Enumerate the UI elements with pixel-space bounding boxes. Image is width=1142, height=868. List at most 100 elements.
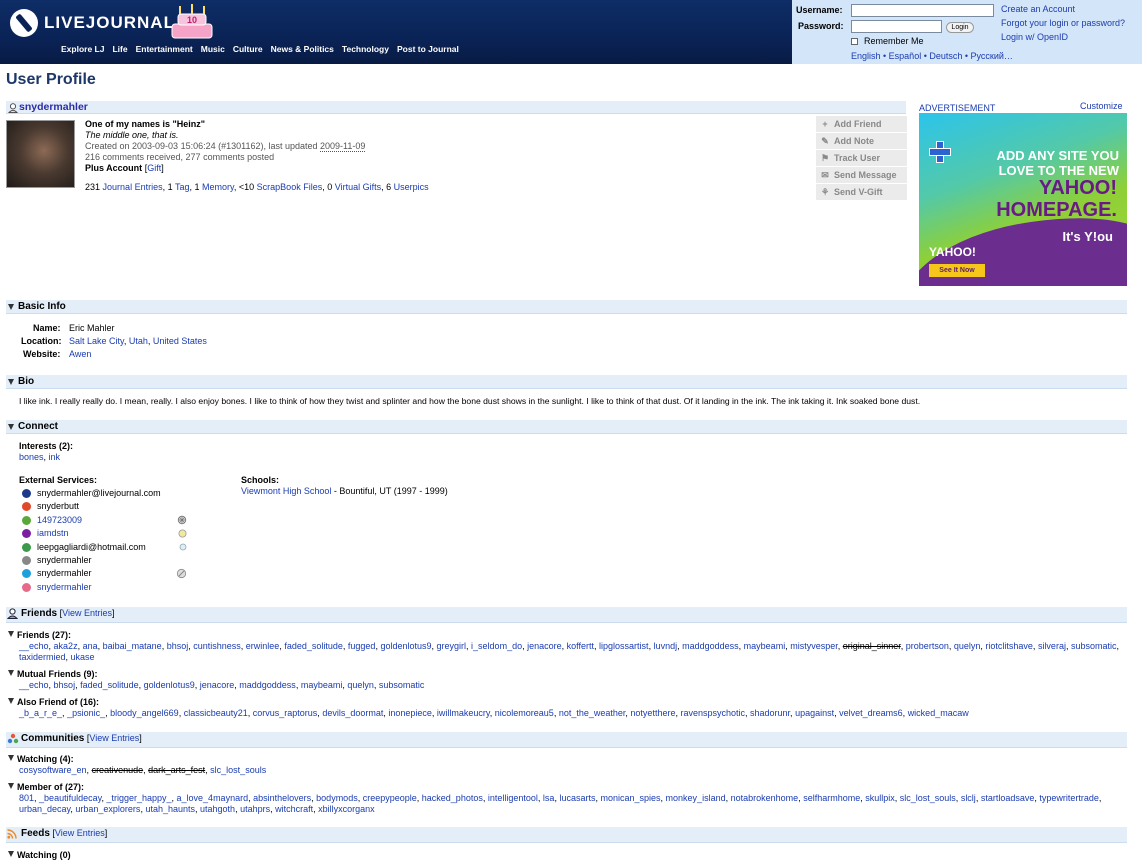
interest-link[interactable]: bones bbox=[19, 452, 44, 462]
remember-me-checkbox[interactable] bbox=[851, 38, 858, 45]
nav-item[interactable]: Culture bbox=[233, 44, 263, 54]
openid-login-link[interactable]: Login w/ OpenID bbox=[1001, 32, 1068, 42]
feeds-view-entries-link[interactable]: View Entries bbox=[55, 828, 105, 838]
user-link[interactable]: xbillyxcorganx bbox=[318, 804, 375, 814]
user-link[interactable]: lucasarts bbox=[559, 793, 595, 803]
user-link[interactable]: bloody_angel669 bbox=[110, 708, 179, 718]
user-link[interactable]: greygirl bbox=[437, 641, 467, 651]
profile-username-link[interactable]: snydermahler bbox=[19, 101, 88, 113]
gift-link[interactable]: Gift bbox=[147, 163, 161, 173]
user-link[interactable]: riotclitshave bbox=[985, 641, 1033, 651]
nav-item[interactable]: Life bbox=[112, 44, 127, 54]
user-link[interactable]: 801 bbox=[19, 793, 34, 803]
user-link[interactable]: cosysoftware_en bbox=[19, 765, 87, 775]
user-link[interactable]: cuntishness bbox=[193, 641, 241, 651]
nav-item[interactable]: Entertainment bbox=[136, 44, 193, 54]
nav-item[interactable]: News & Politics bbox=[271, 44, 334, 54]
user-link[interactable]: maddgoddess bbox=[239, 680, 296, 690]
friends-view-entries-link[interactable]: View Entries bbox=[62, 608, 112, 618]
user-link[interactable]: velvet_dreams6 bbox=[839, 708, 903, 718]
website-link[interactable]: Awen bbox=[69, 349, 91, 359]
stat-link[interactable]: Journal Entries bbox=[103, 182, 163, 192]
stat-link[interactable]: Tag bbox=[175, 182, 190, 192]
user-link[interactable]: jenacore bbox=[527, 641, 562, 651]
action-track-user-button[interactable]: ⚑ Track User bbox=[816, 150, 907, 167]
user-link[interactable]: quelyn bbox=[954, 641, 981, 651]
yahoo-advertisement[interactable]: ADD ANY SITE YOU LOVE TO THE NEW YAHOO! … bbox=[919, 113, 1127, 286]
location-state-link[interactable]: Utah bbox=[129, 336, 148, 346]
login-button[interactable]: Login bbox=[946, 22, 974, 33]
user-link[interactable]: slc_lost_souls bbox=[210, 765, 266, 775]
user-link[interactable]: startloadsave bbox=[981, 793, 1035, 803]
user-link[interactable]: quelyn bbox=[347, 680, 374, 690]
user-link[interactable]: selfharmhome bbox=[803, 793, 860, 803]
user-link[interactable]: classicbeauty21 bbox=[184, 708, 248, 718]
user-link[interactable]: creativenude bbox=[92, 765, 144, 775]
user-link[interactable]: notyetthere bbox=[630, 708, 675, 718]
user-link[interactable]: not_the_weather bbox=[559, 708, 626, 718]
user-link[interactable]: urban_explorers bbox=[75, 804, 140, 814]
user-link[interactable]: subsomatic bbox=[1071, 641, 1117, 651]
interest-link[interactable]: ink bbox=[49, 452, 61, 462]
watching-communities-label[interactable]: Watching (4): bbox=[8, 754, 74, 764]
user-link[interactable]: dark_arts_fest bbox=[148, 765, 205, 775]
user-link[interactable]: goldenlotus9 bbox=[144, 680, 195, 690]
user-link[interactable]: intelligentool bbox=[488, 793, 538, 803]
nav-item[interactable]: Music bbox=[201, 44, 225, 54]
user-link[interactable]: subsomatic bbox=[379, 680, 425, 690]
user-link[interactable]: fugged bbox=[348, 641, 376, 651]
user-link[interactable]: absinthelovers bbox=[253, 793, 311, 803]
friends-list-label[interactable]: Friends (27): bbox=[8, 630, 71, 640]
stat-link[interactable]: Userpics bbox=[394, 182, 429, 192]
user-link[interactable]: hacked_photos bbox=[422, 793, 483, 803]
avatar[interactable] bbox=[6, 120, 75, 188]
nav-item[interactable]: Post to Journal bbox=[397, 44, 459, 54]
stat-link[interactable]: Virtual Gifts bbox=[335, 182, 381, 192]
school-link[interactable]: Viewmont High School bbox=[241, 486, 331, 496]
location-city-link[interactable]: Salt Lake City bbox=[69, 336, 124, 346]
communities-view-entries-link[interactable]: View Entries bbox=[89, 733, 139, 743]
user-link[interactable]: wicked_macaw bbox=[908, 708, 969, 718]
user-link[interactable]: ravenspsychotic bbox=[680, 708, 745, 718]
create-account-link[interactable]: Create an Account bbox=[1001, 4, 1075, 14]
user-link[interactable]: lsa bbox=[543, 793, 555, 803]
user-link[interactable]: upagainst bbox=[795, 708, 834, 718]
user-link[interactable]: inonepiece bbox=[388, 708, 432, 718]
user-link[interactable]: aka2z bbox=[54, 641, 78, 651]
user-link[interactable]: witchcraft bbox=[275, 804, 313, 814]
user-link[interactable]: lipglossartist bbox=[599, 641, 649, 651]
stat-link[interactable]: Memory bbox=[202, 182, 234, 192]
user-link[interactable]: shadorunr bbox=[750, 708, 790, 718]
section-basic-info[interactable]: Basic Info bbox=[6, 300, 1127, 314]
user-link[interactable]: __echo bbox=[19, 641, 49, 651]
user-link[interactable]: monkey_island bbox=[666, 793, 726, 803]
stat-link[interactable]: ScrapBook Files bbox=[257, 182, 323, 192]
user-link[interactable]: jenacore bbox=[200, 680, 235, 690]
user-link[interactable]: typewritertrade bbox=[1039, 793, 1099, 803]
forgot-password-link[interactable]: Forgot your login or password? bbox=[1001, 18, 1125, 28]
external-service-value[interactable]: snydermahler bbox=[37, 582, 92, 592]
user-link[interactable]: ana bbox=[83, 641, 98, 651]
livejournal-logo[interactable]: LIVEJOURNAL bbox=[10, 8, 175, 38]
location-country-link[interactable]: United States bbox=[153, 336, 207, 346]
user-link[interactable]: goldenlotus9 bbox=[380, 641, 431, 651]
user-link[interactable]: koffertt bbox=[567, 641, 594, 651]
user-link[interactable]: silveraj bbox=[1038, 641, 1066, 651]
user-link[interactable]: ukase bbox=[71, 652, 95, 662]
user-link[interactable]: erwinlee bbox=[246, 641, 280, 651]
user-link[interactable]: maddgoddess bbox=[682, 641, 739, 651]
user-link[interactable]: monican_spies bbox=[600, 793, 660, 803]
user-link[interactable]: utah_haunts bbox=[145, 804, 195, 814]
user-link[interactable]: bhsoj bbox=[167, 641, 189, 651]
external-service-value[interactable]: iamdstn bbox=[37, 528, 69, 538]
user-link[interactable]: slclj bbox=[961, 793, 976, 803]
customize-link[interactable]: Customize bbox=[1080, 101, 1123, 111]
user-link[interactable]: probertson bbox=[906, 641, 949, 651]
username-input[interactable] bbox=[851, 4, 994, 17]
password-input[interactable] bbox=[851, 20, 942, 33]
user-link[interactable]: utahprs bbox=[240, 804, 270, 814]
user-link[interactable]: _b_a_r_e_ bbox=[19, 708, 62, 718]
user-link[interactable]: a_love_4maynard bbox=[177, 793, 249, 803]
user-link[interactable]: notabrokenhome bbox=[731, 793, 799, 803]
nav-item[interactable]: Explore LJ bbox=[61, 44, 104, 54]
